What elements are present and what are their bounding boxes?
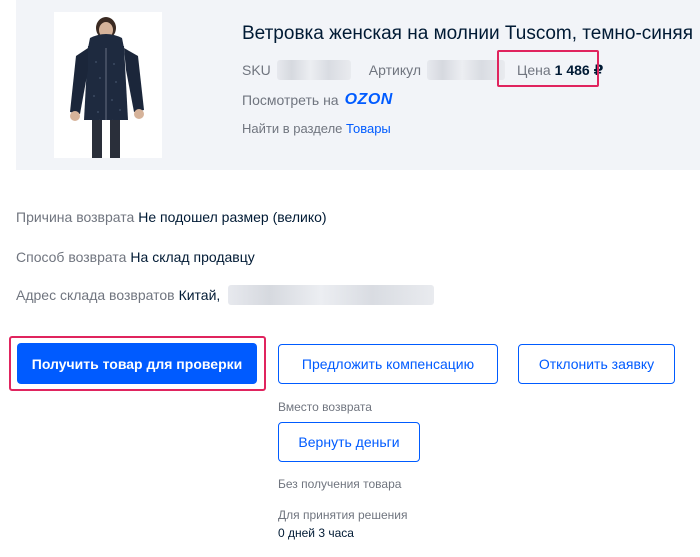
refund-money-button[interactable]: Вернуть деньги xyxy=(278,422,420,462)
instead-of-return-note: Вместо возврата xyxy=(278,400,372,414)
ozon-logo[interactable]: OZON xyxy=(345,91,393,109)
find-in-section-row: Найти в разделе Товары xyxy=(242,121,391,136)
sku-value-redacted xyxy=(276,60,351,80)
price-highlight-box xyxy=(497,50,599,87)
return-reason-value: Не подошел размер (велико) xyxy=(138,209,327,225)
product-title: Ветровка женская на молнии Tuscom, темно… xyxy=(242,23,693,44)
receive-for-inspection-button[interactable]: Получить товар для проверки xyxy=(17,343,257,384)
reject-request-button[interactable]: Отклонить заявку xyxy=(518,344,675,384)
article-value-redacted xyxy=(427,60,505,80)
return-address-label: Адрес склада возвратов xyxy=(16,287,175,303)
jacket-photo-icon xyxy=(70,17,144,158)
return-reason-label: Причина возврата xyxy=(16,209,135,225)
product-image[interactable] xyxy=(54,12,162,158)
products-section-link[interactable]: Товары xyxy=(346,121,391,136)
return-address-row: Адрес склада возвратов Китай, xyxy=(16,285,435,305)
sku-label: SKU xyxy=(242,62,271,78)
article-label: Артикул xyxy=(368,62,421,78)
return-method-row: Способ возврата На склад продавцу xyxy=(16,249,255,265)
address-redacted xyxy=(228,285,435,305)
without-receiving-note: Без получения товара xyxy=(278,477,402,491)
return-reason-row: Причина возврата Не подошел размер (вели… xyxy=(16,209,327,225)
find-in-section-label: Найти в разделе xyxy=(242,121,343,136)
return-method-label: Способ возврата xyxy=(16,249,127,265)
view-on-ozon-row[interactable]: Посмотреть на OZON xyxy=(242,91,393,109)
offer-compensation-button[interactable]: Предложить компенсацию xyxy=(278,344,498,384)
return-method-value: На склад продавцу xyxy=(130,249,255,265)
return-address-value: Китай, xyxy=(178,287,221,303)
view-on-label: Посмотреть на xyxy=(242,92,339,108)
decision-deadline-value: 0 дней 3 часа xyxy=(278,526,354,540)
decision-deadline-label: Для принятия решения xyxy=(278,508,408,522)
